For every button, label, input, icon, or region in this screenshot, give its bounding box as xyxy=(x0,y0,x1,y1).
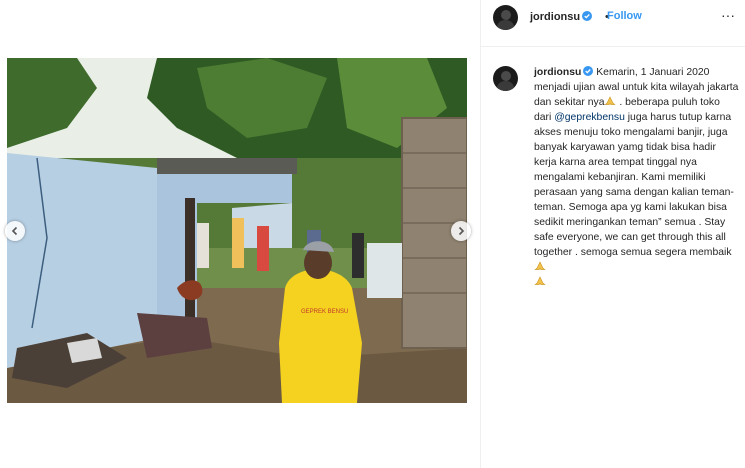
chevron-right-icon xyxy=(458,226,465,236)
post-media: GEPREK BENSU xyxy=(0,0,480,468)
more-options-icon[interactable]: ··· xyxy=(721,8,735,24)
header-divider xyxy=(481,46,745,47)
caption-text: jordionsu Kemarin, 1 Januari 2020 menjad… xyxy=(534,65,739,290)
header-username[interactable]: jordionsu xyxy=(530,11,593,23)
shirt-print: GEPREK BENSU xyxy=(301,309,348,315)
verified-badge-icon xyxy=(582,11,593,21)
follow-button[interactable]: Follow xyxy=(607,10,642,22)
avatar[interactable] xyxy=(493,5,518,30)
next-photo-button[interactable] xyxy=(451,221,471,241)
header-username-text[interactable]: jordionsu xyxy=(530,11,580,23)
chevron-left-icon xyxy=(11,226,18,236)
flood-damage-photo: GEPREK BENSU xyxy=(7,58,467,403)
caption-part-3: juga harus tutup karna akses menuju toko… xyxy=(534,112,734,258)
caption-avatar[interactable] xyxy=(493,66,518,91)
verified-badge-icon xyxy=(583,66,594,76)
caption-username[interactable]: jordionsu xyxy=(534,67,581,78)
previous-photo-button[interactable] xyxy=(5,221,25,241)
praying-hands-icon xyxy=(604,96,617,105)
post-side-panel: jordionsu • Follow ··· jordionsu Kemarin… xyxy=(481,0,745,468)
instagram-post-view: GEPREK BENSU jordionsu • Follow ··· jord… xyxy=(0,0,745,468)
praying-hands-icon xyxy=(534,261,546,270)
post-header: jordionsu • Follow ··· xyxy=(481,0,745,36)
mention-link[interactable]: @geprekbensu xyxy=(554,112,625,123)
post-photo: GEPREK BENSU xyxy=(7,58,467,403)
praying-hands-icon xyxy=(534,276,546,285)
